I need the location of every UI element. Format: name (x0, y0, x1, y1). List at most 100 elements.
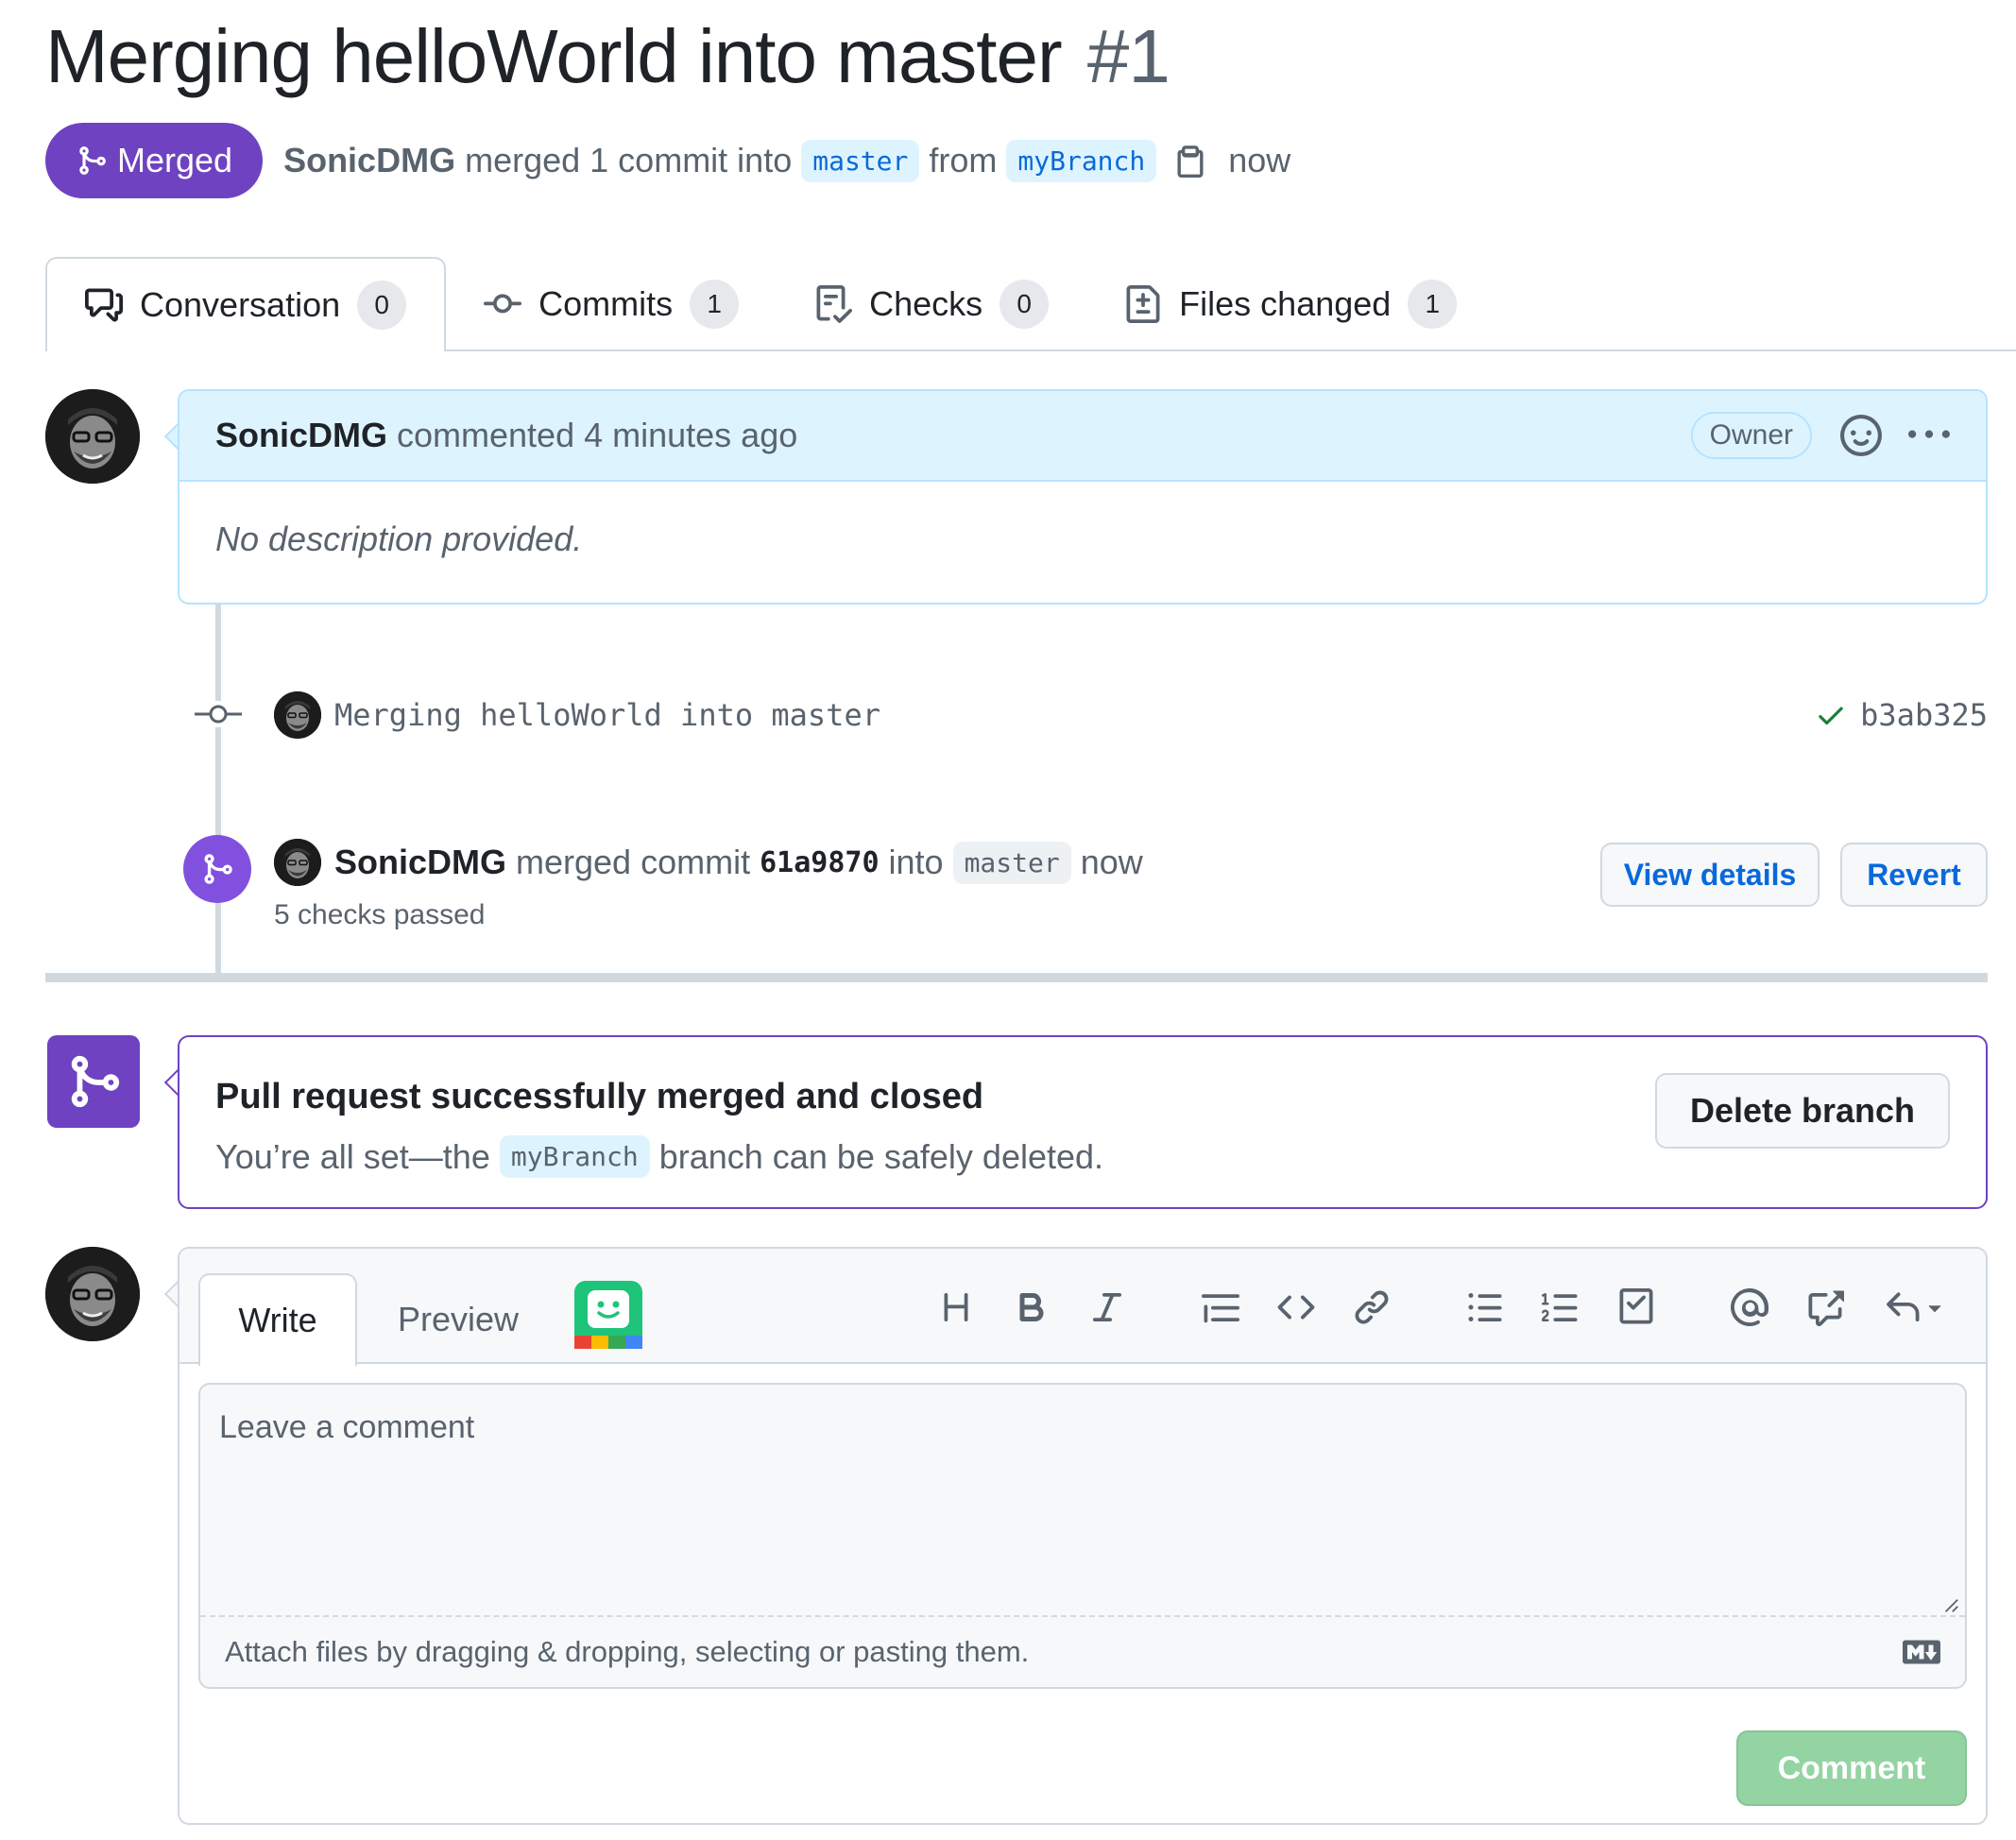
pr-meta: Merged SonicDMG merged 1 commit into mas… (45, 123, 1290, 198)
merge-status-subtitle: You’re all set—the myBranch branch can b… (215, 1135, 1103, 1178)
tab-label: Conversation (140, 285, 341, 324)
comment-textarea[interactable] (200, 1385, 1965, 1617)
smiley-icon[interactable] (1840, 415, 1882, 456)
mention-icon[interactable] (1725, 1283, 1774, 1332)
italic-icon[interactable] (1083, 1283, 1132, 1332)
comment-body: No description provided. (215, 520, 583, 558)
write-tab[interactable]: Write (198, 1273, 357, 1366)
preview-tab[interactable]: Preview (378, 1273, 538, 1366)
merge-event-text: merged commit (516, 843, 751, 881)
avatar-image (45, 389, 140, 484)
quote-icon[interactable] (1196, 1283, 1245, 1332)
tab-label: Files changed (1179, 284, 1392, 323)
pr-number: #1 (1086, 14, 1170, 98)
delete-branch-button[interactable]: Delete branch (1655, 1073, 1950, 1149)
commit-status: b3ab325 (1815, 697, 1988, 733)
attach-files-text: Attach files by dragging & dropping, sel… (225, 1635, 1030, 1668)
merge-status-box: Pull request successfully merged and clo… (178, 1035, 1988, 1209)
merge-author-link[interactable]: SonicDMG (334, 843, 506, 882)
comment-submit-button[interactable]: Comment (1736, 1730, 1967, 1806)
merge-event-icon (183, 835, 251, 903)
tab-conversation[interactable]: Conversation 0 (45, 257, 447, 351)
git-merge-icon (204, 854, 232, 884)
file-diff-icon (1126, 285, 1160, 323)
avatar[interactable] (274, 839, 321, 886)
bold-icon[interactable] (1007, 1283, 1056, 1332)
check-icon[interactable] (1815, 699, 1847, 731)
tab-commits[interactable]: Commits 1 (446, 257, 777, 351)
unordered-list-icon[interactable] (1461, 1283, 1510, 1332)
ordered-list-icon[interactable] (1536, 1283, 1585, 1332)
comment-field-wrap: Attach files by dragging & dropping, sel… (198, 1383, 1967, 1689)
page-title: Merging helloWorld into master #1 (45, 11, 1170, 102)
revert-button[interactable]: Revert (1840, 843, 1988, 907)
pr-author-link[interactable]: SonicDMG (283, 141, 455, 180)
commit-sha-link[interactable]: b3ab325 (1860, 697, 1988, 733)
cross-reference-icon[interactable] (1801, 1283, 1850, 1332)
avatar[interactable] (45, 389, 140, 484)
deletable-branch[interactable]: myBranch (499, 1135, 650, 1178)
triangle-down-icon (1928, 1305, 1941, 1313)
tab-label: Commits (538, 284, 674, 323)
copy-icon[interactable] (1173, 144, 1207, 178)
git-commit-icon (484, 294, 522, 314)
tab-counter: 0 (357, 281, 407, 330)
git-merge-icon (79, 146, 106, 175)
kebab-horizontal-icon[interactable] (1908, 415, 1950, 456)
merge-status-text-after: branch can be safely deleted. (658, 1136, 1104, 1176)
tab-counter: 1 (690, 280, 740, 329)
code-icon[interactable] (1272, 1283, 1321, 1332)
link-icon[interactable] (1347, 1283, 1396, 1332)
comment-author-link[interactable]: SonicDMG (215, 416, 387, 455)
checklist-icon (816, 285, 853, 323)
merge-status-title: Pull request successfully merged and clo… (215, 1077, 984, 1116)
merge-time: now (1228, 141, 1291, 179)
state-label: Merged (117, 141, 233, 179)
base-branch[interactable]: master (801, 139, 920, 182)
timeline-line (215, 605, 221, 975)
comment: SonicDMG commented 4 minutes ago Owner N… (178, 389, 1988, 605)
checks-status: 5 checks passed (274, 899, 486, 930)
state-badge: Merged (45, 123, 264, 198)
commit-message-link[interactable]: Merging helloWorld into master (334, 697, 880, 733)
attach-files-bar[interactable]: Attach files by dragging & dropping, sel… (200, 1615, 1965, 1687)
tasklist-icon[interactable] (1612, 1283, 1661, 1332)
merge-commit-sha-link[interactable]: 61a9870 (760, 846, 879, 879)
tab-label: Checks (869, 284, 983, 323)
timeline-divider (45, 973, 1988, 982)
markdown-icon[interactable] (1903, 1633, 1940, 1671)
from-text: from (929, 141, 998, 179)
avatar-image (45, 1247, 140, 1341)
merge-base-branch[interactable]: master (952, 841, 1071, 884)
comment-composer: Write Preview Leave a comment Attach fil… (178, 1247, 1988, 1825)
avatar-image (274, 691, 321, 739)
comment-header: SonicDMG commented 4 minutes ago Owner (179, 391, 1986, 482)
reply-icon[interactable] (1876, 1283, 1956, 1332)
view-details-button[interactable]: View details (1600, 843, 1820, 907)
git-commit-icon (195, 701, 242, 727)
resize-handle-icon[interactable] (1942, 1596, 1959, 1613)
tab-files-changed[interactable]: Files changed 1 (1086, 257, 1495, 351)
tab-counter: 0 (999, 280, 1050, 329)
merge-event: SonicDMG merged commit 61a9870 into mast… (274, 839, 1143, 886)
avatar[interactable] (45, 1247, 140, 1341)
merge-status-text-before: You’re all set—the (215, 1136, 490, 1176)
merge-summary: merged 1 commit into (465, 141, 793, 179)
merge-into-text: into (888, 843, 944, 881)
tab-counter: 1 (1408, 280, 1458, 329)
comment-timestamp[interactable]: commented 4 minutes ago (397, 416, 797, 455)
pr-title-text: Merging helloWorld into master (45, 14, 1063, 98)
head-branch[interactable]: myBranch (1006, 139, 1157, 182)
tab-checks[interactable]: Checks 0 (777, 257, 1086, 351)
heading-icon[interactable] (931, 1283, 981, 1332)
avatar-image (274, 839, 321, 886)
composer-toolbar: Write Preview (179, 1249, 1986, 1366)
avatar[interactable] (274, 691, 321, 739)
pr-tabs: Conversation 0 Commits 1 Checks 0 Files … (45, 257, 1495, 351)
extension-app-icon[interactable] (574, 1281, 642, 1349)
comment-discussion-icon (85, 288, 123, 322)
merge-event-time[interactable]: now (1081, 843, 1143, 882)
owner-badge: Owner (1690, 412, 1812, 459)
merge-status-icon (47, 1035, 140, 1128)
git-merge-icon (71, 1055, 120, 1108)
